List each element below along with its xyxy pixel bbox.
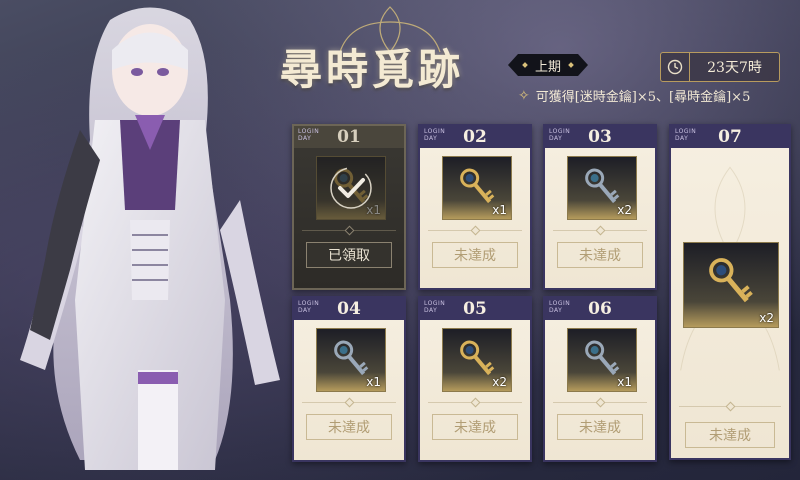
- item-quantity: x1: [617, 375, 632, 389]
- claim-status: 未達成: [432, 242, 518, 268]
- day-number: 04: [337, 299, 361, 319]
- item-quantity: x2: [492, 375, 507, 389]
- checkmark-icon: [330, 167, 372, 209]
- claim-status: 已領取: [306, 242, 392, 268]
- day-number: 01: [337, 127, 361, 147]
- reward-item-box: x1: [316, 328, 386, 392]
- reward-summary: ✧ 可獲得[迷時金鑰]×5、[尋時金鑰]×5: [518, 86, 751, 106]
- login-day-card-01[interactable]: LOGINDAY 01 x1 已領取: [292, 124, 406, 290]
- day-number: 02: [463, 127, 487, 147]
- card-divider: [302, 402, 396, 403]
- item-quantity: x2: [617, 203, 632, 217]
- event-screen: 尋時覓跡 上期 23天7時 ✧ 可獲得[迷時金鑰]×5、[尋時金鑰]×5 LOG…: [0, 0, 800, 480]
- reward-item-box: x2: [442, 328, 512, 392]
- claimed-overlay: [316, 156, 386, 220]
- claim-status: 未達成: [557, 242, 643, 268]
- card-divider: [302, 230, 396, 231]
- claim-status: 未達成: [557, 414, 643, 440]
- day-number: 03: [588, 127, 612, 147]
- reward-item-box: x2: [567, 156, 637, 220]
- sparkle-icon: ✧: [518, 87, 530, 104]
- card-divider: [679, 406, 781, 407]
- login-day-card-06[interactable]: LOGIN DAY 06 x1 未達成: [543, 296, 657, 462]
- badge-dot-left: [522, 62, 528, 68]
- badge-dot-right: [568, 62, 574, 68]
- card-divider: [553, 402, 647, 403]
- period-badge: 上期: [508, 54, 588, 76]
- claim-status: 未達成: [432, 414, 518, 440]
- character-illustration: [20, 7, 280, 470]
- key-icon: [709, 258, 753, 303]
- claim-status: 未達成: [685, 422, 775, 448]
- item-quantity: x2: [759, 311, 774, 325]
- login-day-card-03[interactable]: LOGIN DAY 03 x2 未達成: [543, 124, 657, 290]
- item-quantity: x1: [366, 375, 381, 389]
- card-divider: [428, 402, 522, 403]
- login-day-card-05[interactable]: LOGIN DAY 05 x2 未達成: [418, 296, 532, 462]
- card-divider: [553, 230, 647, 231]
- event-title: 尋時覓跡: [280, 45, 465, 94]
- countdown-timer: 23天7時: [660, 52, 780, 82]
- claim-status: 未達成: [306, 414, 392, 440]
- day-number: 07: [718, 127, 742, 147]
- reward-text: 可獲得[迷時金鑰]×5、[尋時金鑰]×5: [535, 90, 751, 105]
- reward-item-box: x2: [683, 242, 779, 328]
- clock-icon: [661, 53, 690, 81]
- reward-item-box: x1: [442, 156, 512, 220]
- login-day-card-02[interactable]: LOGIN DAY 02 x1 未達成: [418, 124, 532, 290]
- period-label: 上期: [534, 59, 561, 75]
- card-divider: [428, 230, 522, 231]
- login-day-card-04[interactable]: LOGIN DAY 04 x1 未達成: [292, 296, 406, 462]
- reward-item-box: x1: [567, 328, 637, 392]
- item-quantity: x1: [492, 203, 507, 217]
- day-number: 06: [588, 299, 612, 319]
- time-remaining: 23天7時: [707, 60, 762, 76]
- day-number: 05: [463, 299, 487, 319]
- login-day-card-07[interactable]: LOGIN DAY 07 x2 未達成: [669, 124, 791, 460]
